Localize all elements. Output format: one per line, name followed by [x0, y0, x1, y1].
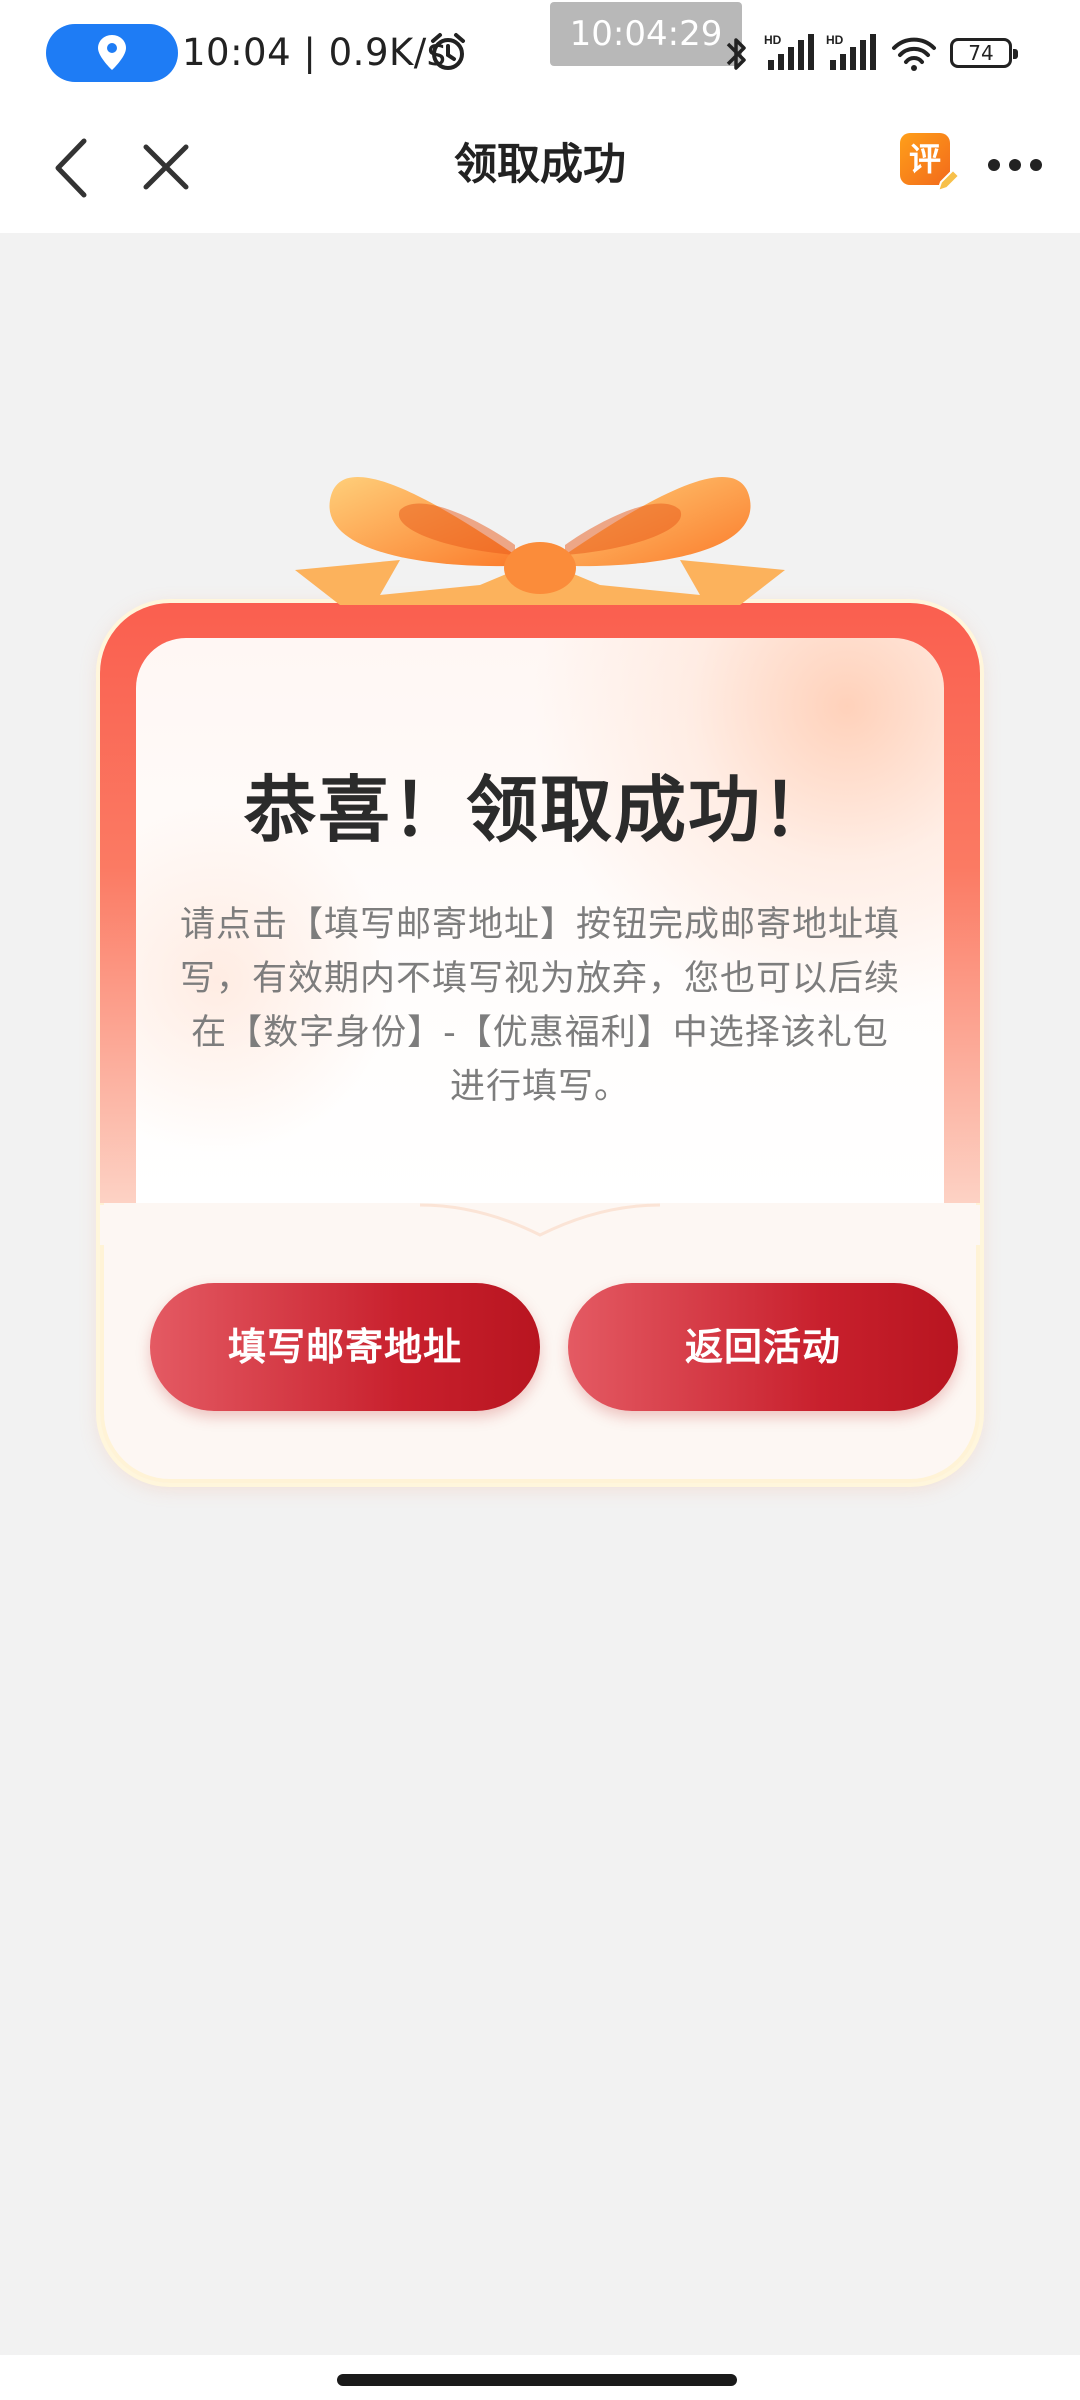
battery-indicator: 74 [950, 38, 1018, 68]
screenshot-time-badge: 10:04:29 [550, 2, 742, 66]
signal-strength-icon: HD [826, 33, 876, 70]
status-time: 10:04 [182, 31, 292, 74]
location-indicator[interactable] [46, 24, 178, 82]
signal-strength-icon: HD [764, 33, 814, 70]
wifi-icon [892, 37, 936, 71]
status-bar: 10:04 | 0.9K/s 10:04:29 HD HD 74 [0, 0, 1080, 105]
more-options-button[interactable] [980, 155, 1050, 175]
status-separator: | [303, 31, 329, 74]
fill-address-button[interactable]: 填写邮寄地址 [150, 1283, 540, 1411]
bluetooth-icon [726, 38, 746, 70]
pencil-icon [936, 168, 961, 193]
review-button[interactable]: 评 [900, 133, 961, 193]
location-pin-icon [98, 35, 126, 70]
navigation-bar: 领取成功 评 [0, 105, 1080, 233]
signal-hd-label: HD [826, 33, 844, 47]
alarm-icon [431, 33, 465, 70]
home-indicator[interactable] [337, 2374, 737, 2386]
more-dot-icon [988, 159, 1000, 171]
status-time-speed: 10:04 | 0.9K/s [182, 28, 447, 78]
return-activity-button[interactable]: 返回活动 [568, 1283, 958, 1411]
gift-bow-icon [295, 476, 785, 605]
more-dot-icon [1030, 159, 1042, 171]
more-dot-icon [1009, 159, 1021, 171]
card-notch-decoration [100, 1203, 980, 1245]
success-description: 请点击【填写邮寄地址】按钮完成邮寄地址填写，有效期内不填写视为放弃，您也可以后续… [180, 905, 901, 1107]
signal-hd-label: HD [764, 33, 782, 47]
success-title: 恭喜！领取成功！ [243, 768, 836, 852]
